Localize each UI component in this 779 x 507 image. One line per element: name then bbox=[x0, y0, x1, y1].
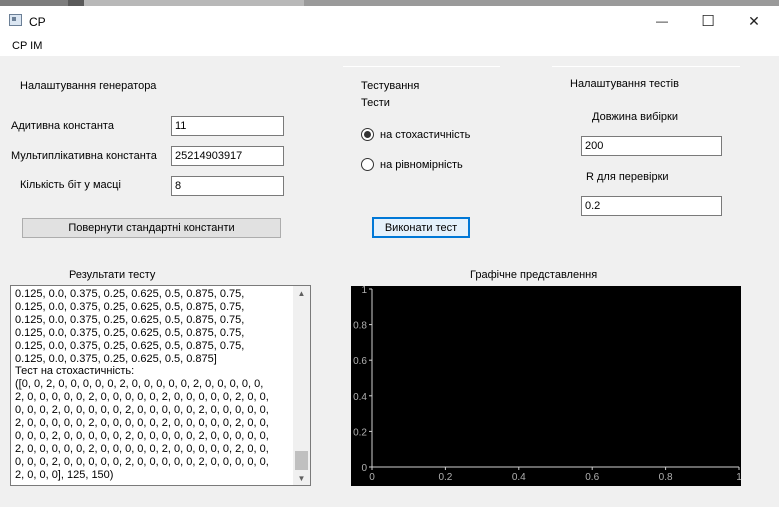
results-textarea[interactable]: 0.125, 0.0, 0.375, 0.25, 0.625, 0.5, 0.8… bbox=[10, 285, 311, 486]
tests-label: Тести bbox=[361, 97, 390, 109]
results-line: 2, 0, 0, 0], 125, 150) bbox=[15, 468, 114, 481]
x-tick-label: 0.2 bbox=[438, 472, 452, 483]
results-line: Тест на стохастичність: bbox=[15, 365, 135, 378]
x-tick-label: 0.6 bbox=[585, 472, 599, 483]
x-tick-label: 0 bbox=[369, 472, 375, 483]
scroll-thumb[interactable] bbox=[295, 451, 308, 470]
results-line: 0, 0, 0, 2, 0, 0, 0, 0, 0, 2, 0, 0, 0, 0… bbox=[15, 455, 269, 468]
radio-stochastic-label[interactable]: на стохастичність bbox=[380, 129, 470, 141]
reset-constants-label: Повернути стандартні константи bbox=[68, 222, 235, 234]
mask-bits-label: Кількість біт у масці bbox=[20, 179, 121, 191]
maximize-icon: ☐ bbox=[701, 13, 715, 30]
results-line: 0, 0, 0, 2, 0, 0, 0, 0, 0, 2, 0, 0, 0, 0… bbox=[15, 404, 269, 417]
x-tick-label: 1 bbox=[736, 472, 741, 483]
results-line: 0.125, 0.0, 0.375, 0.25, 0.625, 0.5, 0.8… bbox=[15, 313, 245, 326]
y-tick-label: 1 bbox=[361, 286, 367, 296]
multiplicative-constant-label: Мультиплікативна константа bbox=[11, 150, 157, 162]
testing-title: Тестування bbox=[361, 80, 420, 92]
sample-length-label: Довжина вибірки bbox=[592, 111, 678, 123]
run-test-button[interactable]: Виконати тест bbox=[372, 217, 470, 238]
y-tick-label: 0.8 bbox=[353, 321, 367, 332]
maximize-button[interactable]: ☐ bbox=[685, 6, 731, 36]
y-tick-label: 0.4 bbox=[353, 392, 367, 403]
x-tick-label: 0.4 bbox=[512, 472, 526, 483]
menu-bar bbox=[0, 36, 779, 56]
y-tick-label: 0.2 bbox=[353, 427, 367, 438]
results-line: 0.125, 0.0, 0.375, 0.25, 0.625, 0.5, 0.8… bbox=[15, 326, 245, 339]
close-icon: ✕ bbox=[748, 12, 760, 29]
results-line: 0.125, 0.0, 0.375, 0.25, 0.625, 0.5, 0.8… bbox=[15, 300, 245, 313]
results-line: 0, 0, 0, 2, 0, 0, 0, 0, 0, 2, 0, 0, 0, 0… bbox=[15, 429, 269, 442]
minimize-button[interactable]: — bbox=[639, 6, 685, 36]
mask-bits-input[interactable]: 8 bbox=[171, 176, 284, 196]
graph-canvas: 0 0.2 0.4 0.6 0.8 1 0 0.2 0.4 0.6 0.8 1 bbox=[351, 286, 741, 486]
scroll-up-icon[interactable]: ▲ bbox=[293, 286, 310, 300]
menu-item-cp-im[interactable]: CP IM bbox=[12, 40, 42, 52]
scroll-down-icon[interactable]: ▼ bbox=[293, 471, 310, 485]
separator bbox=[552, 66, 740, 67]
y-tick-label: 0 bbox=[361, 463, 367, 474]
results-line: 0.125, 0.0, 0.375, 0.25, 0.625, 0.5, 0.8… bbox=[15, 288, 245, 300]
results-line: 2, 0, 0, 0, 0, 0, 2, 0, 0, 0, 0, 0, 2, 0… bbox=[15, 417, 269, 430]
additive-constant-input[interactable]: 11 bbox=[171, 116, 284, 136]
results-line: 2, 0, 0, 0, 0, 0, 2, 0, 0, 0, 0, 0, 2, 0… bbox=[15, 391, 269, 404]
chart-svg: 0 0.2 0.4 0.6 0.8 1 0 0.2 0.4 0.6 0.8 1 bbox=[353, 286, 741, 483]
app-icon bbox=[9, 14, 22, 26]
results-line: 2, 0, 0, 0, 0, 0, 2, 0, 0, 0, 0, 0, 2, 0… bbox=[15, 442, 269, 455]
run-test-label: Виконати тест bbox=[384, 221, 458, 234]
sample-length-input[interactable]: 200 bbox=[581, 136, 722, 156]
graph-title: Графічне представлення bbox=[470, 269, 598, 281]
test-settings-title: Налаштування тестів bbox=[570, 78, 679, 90]
radio-stochastic[interactable] bbox=[361, 128, 374, 141]
results-line: ([0, 0, 2, 0, 0, 0, 0, 0, 2, 0, 0, 0, 0,… bbox=[15, 378, 264, 391]
window-title: CP bbox=[29, 15, 46, 29]
radio-uniform-label[interactable]: на рівномірність bbox=[380, 159, 463, 171]
r-check-input[interactable]: 0.2 bbox=[581, 196, 722, 216]
reset-constants-button[interactable]: Повернути стандартні константи bbox=[22, 218, 281, 238]
results-line: 0.125, 0.0, 0.375, 0.25, 0.625, 0.5, 0.8… bbox=[15, 352, 217, 365]
x-tick-label: 0.8 bbox=[659, 472, 673, 483]
multiplicative-constant-input[interactable]: 25214903917 bbox=[171, 146, 284, 166]
generator-settings-title: Налаштування генератора bbox=[20, 80, 157, 92]
r-check-label: R для перевірки bbox=[586, 171, 669, 183]
results-scrollbar[interactable]: ▲ ▼ bbox=[293, 286, 310, 485]
minimize-icon: — bbox=[656, 14, 668, 28]
separator bbox=[343, 66, 500, 67]
additive-constant-label: Адитивна константа bbox=[11, 120, 114, 132]
y-tick-label: 0.6 bbox=[353, 356, 367, 367]
results-line: 0.125, 0.0, 0.375, 0.25, 0.625, 0.5, 0.8… bbox=[15, 339, 245, 352]
results-text: 0.125, 0.0, 0.375, 0.25, 0.625, 0.5, 0.8… bbox=[15, 288, 295, 482]
close-button[interactable]: ✕ bbox=[731, 6, 777, 36]
radio-uniform[interactable] bbox=[361, 158, 374, 171]
results-title: Результати тесту bbox=[69, 269, 156, 281]
